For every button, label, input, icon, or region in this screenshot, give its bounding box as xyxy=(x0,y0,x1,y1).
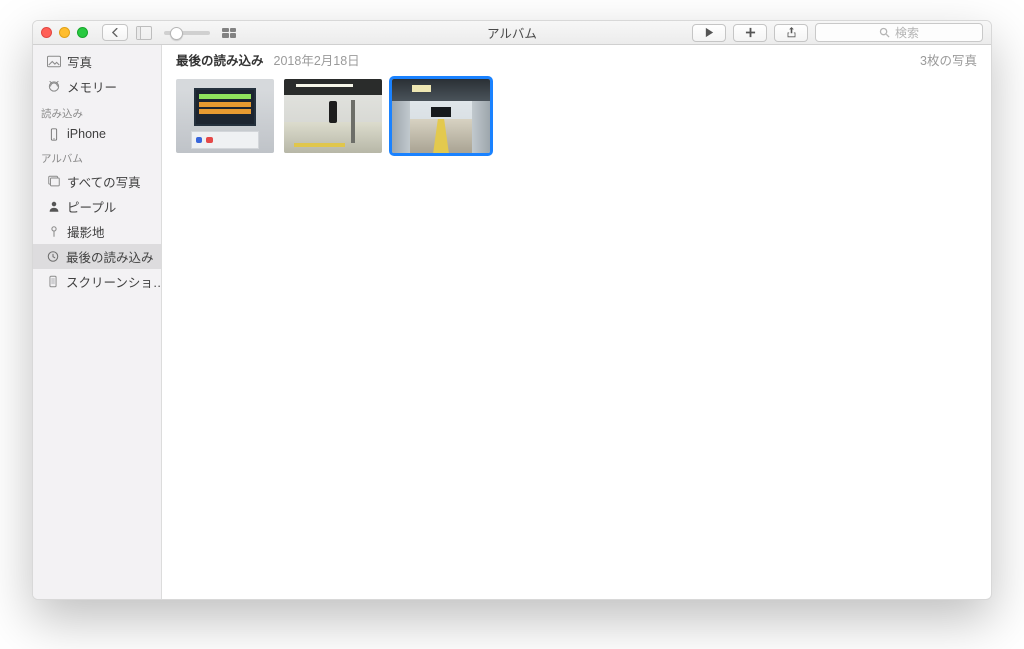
sidebar-item-last-import[interactable]: 最後の読み込み xyxy=(33,244,161,269)
sidebar-item-label: ピープル xyxy=(67,197,116,216)
sidebar-item-memories[interactable]: メモリー xyxy=(33,74,161,99)
close-icon[interactable] xyxy=(41,27,52,38)
sidebar-item-label: スクリーンショ… xyxy=(66,272,161,291)
play-button[interactable] xyxy=(692,24,726,42)
clock-icon xyxy=(46,250,60,263)
sidebar-header-album: アルバム xyxy=(33,144,161,169)
content-area: 最後の読み込み 2018年2月18日 3枚の写真 xyxy=(162,45,991,599)
sidebar-item-label: 最後の読み込み xyxy=(66,247,154,266)
titlebar: アルバム 検索 xyxy=(33,21,991,45)
add-button[interactable] xyxy=(733,24,767,42)
sidebar-toggle-button[interactable] xyxy=(136,26,152,40)
thumbnail-grid xyxy=(162,74,991,158)
play-icon xyxy=(704,27,715,38)
sidebar-header-import: 読み込み xyxy=(33,99,161,124)
memory-icon xyxy=(46,80,61,93)
photo-thumbnail[interactable] xyxy=(284,79,382,153)
content-heading: 最後の読み込み xyxy=(176,50,264,69)
search-icon xyxy=(879,27,890,38)
sidebar-item-label: 撮影地 xyxy=(67,222,105,241)
sidebar-item-label: iPhone xyxy=(67,127,106,141)
sidebar-item-all-photos[interactable]: すべての写真 xyxy=(33,169,161,194)
sidebar-item-label: メモリー xyxy=(67,77,117,96)
sidebar-item-places[interactable]: 撮影地 xyxy=(33,219,161,244)
pin-icon xyxy=(46,225,61,238)
photo-thumbnail[interactable] xyxy=(176,79,274,153)
app-window: アルバム 検索 写真 メモリー xyxy=(32,20,992,600)
device-icon xyxy=(46,275,60,288)
photo-count: 3枚の写真 xyxy=(920,50,977,69)
window-controls xyxy=(41,27,88,38)
iphone-icon xyxy=(46,128,61,141)
search-input[interactable]: 検索 xyxy=(815,23,983,42)
share-button[interactable] xyxy=(774,24,808,42)
back-button[interactable] xyxy=(102,24,128,41)
chevron-left-icon xyxy=(112,28,119,37)
sidebar-item-people[interactable]: ピープル xyxy=(33,194,161,219)
person-icon xyxy=(46,200,61,213)
content-date: 2018年2月18日 xyxy=(274,50,360,69)
sidebar-item-iphone[interactable]: iPhone xyxy=(33,124,161,144)
maximize-icon[interactable] xyxy=(77,27,88,38)
sidebar-item-photos[interactable]: 写真 xyxy=(33,49,161,74)
sidebar: 写真 メモリー 読み込み iPhone アルバム すべての写真 ピープル xyxy=(33,45,162,599)
grid-view-icon[interactable] xyxy=(222,28,236,38)
sidebar-item-screenshots[interactable]: スクリーンショ… xyxy=(33,269,161,294)
search-placeholder: 検索 xyxy=(895,24,919,41)
sidebar-item-label: すべての写真 xyxy=(67,172,141,191)
share-icon xyxy=(786,27,797,38)
toolbar-right: 検索 xyxy=(692,23,983,42)
sidebar-item-label: 写真 xyxy=(67,52,92,71)
plus-icon xyxy=(745,27,756,38)
photos-icon xyxy=(46,55,61,68)
zoom-slider[interactable] xyxy=(164,31,210,35)
photo-thumbnail[interactable] xyxy=(392,79,490,153)
minimize-icon[interactable] xyxy=(59,27,70,38)
content-header: 最後の読み込み 2018年2月18日 3枚の写真 xyxy=(162,45,991,74)
stack-icon xyxy=(46,175,61,188)
